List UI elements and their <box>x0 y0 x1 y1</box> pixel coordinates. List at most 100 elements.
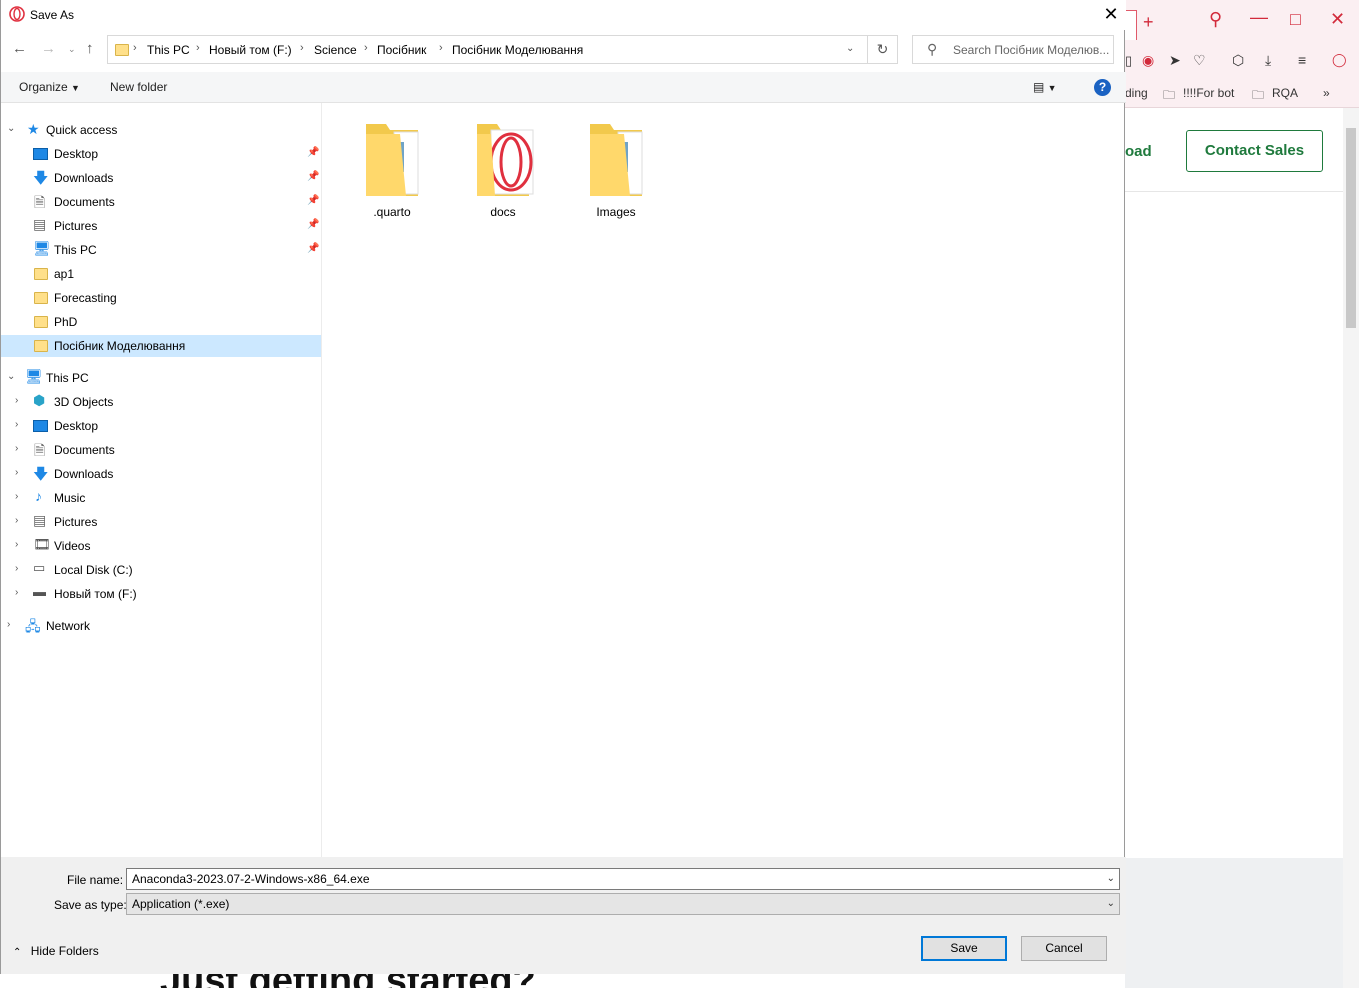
folder-item-images[interactable]: Images <box>576 118 656 219</box>
tree-qa-downloads[interactable]: 🡇 Downloads 📌 <box>1 167 322 189</box>
organize-button[interactable]: Organize ▼ <box>19 80 80 94</box>
collapsed-chevron-icon[interactable]: › <box>15 395 18 406</box>
folder-item-quarto[interactable]: .quarto <box>352 118 432 219</box>
collapsed-chevron-icon[interactable]: › <box>15 491 18 502</box>
tree-label: PhD <box>54 315 78 329</box>
tree-qa-forecasting[interactable]: Forecasting <box>1 287 322 309</box>
extension-icon[interactable]: ▯ <box>1125 52 1132 70</box>
breadcrumb-science[interactable]: Science <box>314 43 357 57</box>
local-disk-icon: ▭ <box>33 560 46 575</box>
maximize-icon[interactable]: □ <box>1290 10 1301 28</box>
folder-icon <box>34 266 50 282</box>
tree-label: Downloads <box>54 171 114 185</box>
save-type-label: Save as type: <box>54 898 127 912</box>
view-options-icon[interactable]: ▤ ▼ <box>1033 80 1057 94</box>
breadcrumb-current[interactable]: Посібник Моделювання <box>452 43 583 57</box>
tree-pc-videos[interactable]: › 🎞 Videos <box>1 535 322 557</box>
help-icon[interactable]: ? <box>1094 79 1111 96</box>
chevron-up-icon: ⌃ <box>13 947 22 958</box>
download-link[interactable]: oad <box>1125 143 1152 160</box>
recent-locations-icon[interactable]: ⌄ <box>68 44 76 55</box>
tree-label: Forecasting <box>54 291 117 305</box>
cube-icon[interactable]: ⬡ <box>1232 51 1244 69</box>
tree-qa-this-pc[interactable]: 🖥 This PC 📌 <box>1 239 322 261</box>
cancel-button[interactable]: Cancel <box>1021 936 1107 961</box>
contact-sales-button[interactable]: Contact Sales <box>1186 130 1323 172</box>
tree-quick-access[interactable]: ⌄ ★ Quick access <box>1 119 322 141</box>
breadcrumb-this-pc[interactable]: This PC <box>147 43 190 57</box>
search-input[interactable]: ⚲ Search Посібник Моделюв... <box>912 35 1114 64</box>
command-bar: Organize ▼ New folder ▤ ▼ <box>1 72 1126 103</box>
forward-arrow-icon[interactable]: → <box>41 40 56 57</box>
close-browser-icon[interactable]: ✕ <box>1330 10 1345 28</box>
search-icon: ⚲ <box>927 41 938 57</box>
collapsed-chevron-icon[interactable]: › <box>15 419 18 430</box>
browser-scrollbar[interactable] <box>1343 108 1359 988</box>
tree-pc-local-disk[interactable]: › ▭ Local Disk (C:) <box>1 559 322 581</box>
collapsed-chevron-icon[interactable]: › <box>15 443 18 454</box>
save-button[interactable]: Save <box>921 936 1007 961</box>
tree-pc-drive-f[interactable]: › ▬ Новый том (F:) <box>1 583 322 605</box>
folder-icon <box>115 42 129 59</box>
collapsed-chevron-icon[interactable]: › <box>15 515 18 526</box>
pictures-icon: ▤ <box>33 512 47 528</box>
collapsed-chevron-icon[interactable]: › <box>15 587 18 598</box>
file-name-field[interactable]: Anaconda3-2023.07-2-Windows-x86_64.exe ⌄ <box>126 868 1120 890</box>
minimize-icon[interactable]: — <box>1250 8 1268 26</box>
expanded-chevron-icon[interactable]: ⌄ <box>7 371 15 382</box>
bookmark-partial[interactable]: ding <box>1125 86 1148 100</box>
chevron-down-icon[interactable]: ⌄ <box>1107 869 1115 889</box>
address-bar[interactable]: › This PC › Новый том (F:) › Science › П… <box>107 35 868 64</box>
drive-icon: ▬ <box>33 584 46 599</box>
collapsed-chevron-icon[interactable]: › <box>7 619 10 630</box>
tree-pc-documents[interactable]: › 🗎 Documents <box>1 439 322 461</box>
save-type-select[interactable]: Application (*.exe) ⌄ <box>126 893 1120 915</box>
folder-item-docs[interactable]: docs <box>463 118 543 219</box>
hide-folders-button[interactable]: ⌃ Hide Folders <box>13 944 99 958</box>
tree-qa-desktop[interactable]: Desktop 📌 <box>1 143 322 165</box>
new-folder-button[interactable]: New folder <box>110 80 167 94</box>
chevron-down-icon[interactable]: ⌄ <box>1107 894 1115 914</box>
tree-pc-downloads[interactable]: › 🡇 Downloads <box>1 463 322 485</box>
search-placeholder: Search Посібник Моделюв... <box>953 43 1110 57</box>
tree-pc-3d-objects[interactable]: › ⬢ 3D Objects <box>1 391 322 413</box>
more-bookmarks-icon[interactable]: » <box>1323 86 1330 100</box>
new-tab-icon[interactable]: + <box>1143 13 1154 31</box>
refresh-icon[interactable]: ↻ <box>868 35 898 64</box>
up-arrow-icon[interactable]: ↑ <box>86 40 94 57</box>
tree-pc-desktop[interactable]: › Desktop <box>1 415 322 437</box>
search-tabs-icon[interactable]: ⚲ <box>1209 10 1222 28</box>
back-arrow-icon[interactable]: ← <box>12 40 27 57</box>
tree-qa-posibnyk-modeliuvannia[interactable]: Посібник Моделювання <box>1 335 321 357</box>
dialog-title: Save As <box>30 8 75 22</box>
breadcrumb-drive[interactable]: Новый том (F:) <box>209 43 292 57</box>
tree-this-pc[interactable]: ⌄ 🖥 This PC <box>1 367 322 389</box>
tree-network[interactable]: › 🖧 Network <box>1 615 322 637</box>
bookmark-for-bot[interactable]: !!!!For bot <box>1183 86 1234 100</box>
tree-qa-pictures[interactable]: ▤ Pictures 📌 <box>1 215 322 237</box>
tree-pc-music[interactable]: › ♪ Music <box>1 487 322 509</box>
breadcrumb-posibnyk[interactable]: Посібник <box>377 43 426 57</box>
dialog-titlebar: Save As ✕ <box>1 0 1126 30</box>
address-dropdown-icon[interactable]: ⌄ <box>846 43 854 54</box>
pocket-icon[interactable]: ◉ <box>1142 51 1154 69</box>
tree-pc-pictures[interactable]: › ▤ Pictures <box>1 511 322 533</box>
scrollbar-thumb[interactable] <box>1346 128 1356 328</box>
download-icon[interactable]: ⤓ <box>1265 51 1271 69</box>
tree-label: Music <box>54 491 86 505</box>
collapsed-chevron-icon[interactable]: › <box>15 563 18 574</box>
bookmark-rqa[interactable]: RQA <box>1272 86 1298 100</box>
background-browser: + ⚲ — □ ✕ ▯ ◉ ➤ ♡ ⬡ ⤓ ≡ ◯ ding 🗀 !!!!For… <box>1125 0 1359 988</box>
tree-qa-documents[interactable]: 🗎 Documents 📌 <box>1 191 322 213</box>
profile-icon[interactable]: ◯ <box>1332 51 1347 69</box>
heart-icon[interactable]: ♡ <box>1193 51 1206 69</box>
menu-icon[interactable]: ≡ <box>1298 51 1306 69</box>
close-icon[interactable]: ✕ <box>1097 2 1125 28</box>
send-icon[interactable]: ➤ <box>1169 51 1181 69</box>
collapsed-chevron-icon[interactable]: › <box>15 467 18 478</box>
tree-qa-phd[interactable]: PhD <box>1 311 322 333</box>
collapsed-chevron-icon[interactable]: › <box>15 539 18 550</box>
browser-tab-edge[interactable] <box>1125 10 1137 40</box>
tree-qa-ap1[interactable]: ap1 <box>1 263 322 285</box>
expanded-chevron-icon[interactable]: ⌄ <box>7 123 15 134</box>
